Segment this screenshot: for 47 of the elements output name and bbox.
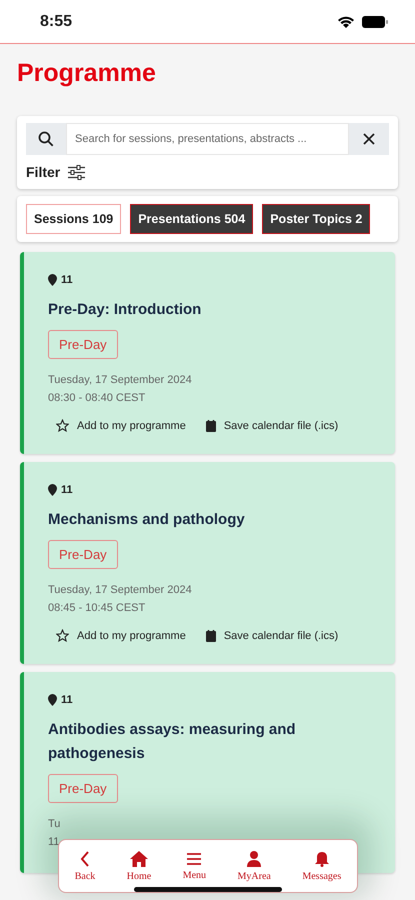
room-number: 11: [61, 274, 73, 286]
action-link[interactable]: Add to my programme: [77, 630, 186, 642]
calendar-icon[interactable]: [206, 420, 216, 432]
location-pin-icon: [48, 484, 57, 496]
session-time: 08:45 - 10:45 CEST: [48, 601, 146, 616]
search-icon: [38, 131, 54, 147]
session-tag: Pre-Day: [48, 774, 118, 803]
session-date: Tuesday, 17 September 2024: [48, 583, 193, 598]
tab[interactable]: Sessions 109: [26, 204, 122, 234]
session-title: Antibodies assays: measuring and pathogenesis: [48, 720, 297, 764]
location-pin-icon: [48, 694, 57, 706]
session-tag: Pre-Day: [48, 330, 118, 359]
page-title: Programme: [17, 59, 157, 89]
action-link[interactable]: Save calendar file (.ics): [224, 630, 338, 642]
tab[interactable]: Poster Topics 2: [262, 204, 370, 234]
session-title: Mechanisms and pathology: [48, 510, 246, 530]
clear-button[interactable]: [349, 123, 389, 155]
session-tag: Pre-Day: [48, 540, 118, 569]
person-icon: [247, 850, 262, 866]
search-field[interactable]: Search for sessions, presentations, abstracts ...: [66, 123, 349, 155]
close-icon: [363, 133, 375, 145]
session-time: 11: [48, 835, 60, 850]
home-icon: [130, 850, 148, 866]
status-time: 8:55: [40, 12, 72, 30]
action-link[interactable]: Save calendar file (.ics): [224, 420, 338, 432]
session-date: Tuesday, 17 September 2024: [48, 373, 193, 388]
filter-icon[interactable]: [68, 164, 86, 180]
session-card[interactable]: 11 Mechanisms and pathology Pre-Day Tuesday, 17 September 2024 08:45 - 10:45 CEST Add to my programme Save calendar file (.ics): [20, 462, 395, 664]
calendar-icon[interactable]: [206, 630, 216, 642]
search-button[interactable]: [26, 123, 66, 155]
room-number: 11: [61, 484, 73, 496]
menu-icon: [187, 852, 202, 866]
wifi-icon: [337, 15, 355, 28]
room-number: 11: [61, 694, 73, 706]
star-icon[interactable]: [56, 629, 69, 642]
star-icon[interactable]: [56, 419, 69, 432]
battery-icon: [362, 16, 388, 28]
location-pin-icon: [48, 274, 57, 286]
tab[interactable]: Presentations 504: [130, 204, 254, 234]
session-card[interactable]: 11 Pre-Day: Introduction Pre-Day Tuesday, 17 September 2024 08:30 - 08:40 CEST Add to my programme Save calendar file (.ics): [20, 252, 395, 454]
bell-icon: [314, 850, 329, 866]
action-link[interactable]: Add to my programme: [77, 420, 186, 432]
session-date: Tu: [48, 817, 62, 832]
session-time: 08:30 - 08:40 CEST: [48, 391, 146, 406]
filter-label[interactable]: Filter: [26, 164, 60, 180]
session-title: Pre-Day: Introduction: [48, 300, 202, 320]
back-icon: [80, 850, 90, 866]
